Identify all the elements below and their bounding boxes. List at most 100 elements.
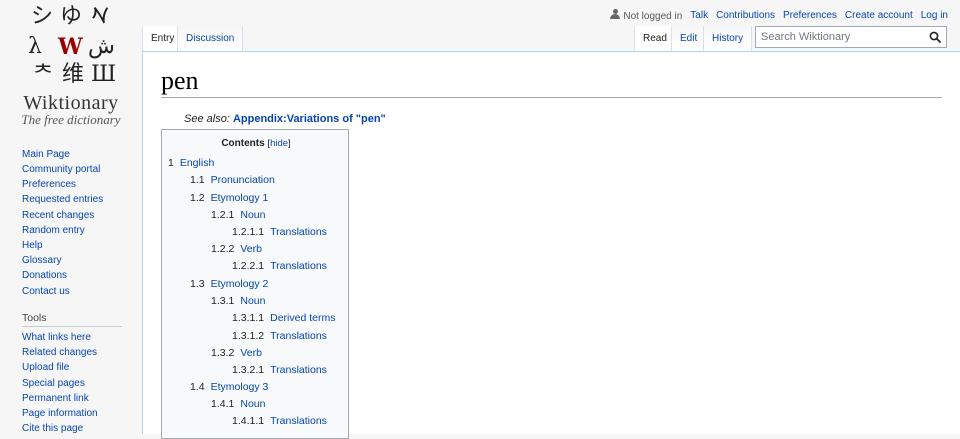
toc-link[interactable]: Translations <box>270 415 327 427</box>
sidebar-item-upload-file[interactable]: Upload file <box>22 362 69 373</box>
sidebar-item-random-entry[interactable]: Random entry <box>22 225 85 236</box>
toc-link[interactable]: Etymology 1 <box>211 192 269 204</box>
logo-glyph-accent: W <box>58 34 83 60</box>
sidebar-item-help[interactable]: Help <box>22 240 43 251</box>
search-icon[interactable] <box>929 31 941 43</box>
search-box <box>755 26 947 48</box>
toc-number: 1.1 <box>190 174 205 186</box>
toc-hide-bracket-close: ] <box>288 138 291 149</box>
toc-item[interactable]: 1 English <box>168 157 214 169</box>
toc-item[interactable]: 1.3.1.1 Derived terms <box>232 312 335 324</box>
toc-link[interactable]: Etymology 2 <box>211 278 269 290</box>
toc-link[interactable]: Etymology 3 <box>211 381 269 393</box>
personal-tools: Not logged in Talk Contributions Prefere… <box>602 8 948 22</box>
toc-link[interactable]: Noun <box>240 295 265 307</box>
sidebar-item-preferences[interactable]: Preferences <box>22 179 76 190</box>
sidebar-item-permanent-link[interactable]: Permanent link <box>22 393 89 404</box>
toc-number: 1.3.1.1 <box>232 312 265 324</box>
logo-glyph: 维 <box>62 62 85 87</box>
create-account-link[interactable]: Create account <box>845 10 913 21</box>
toc-link[interactable]: Noun <box>240 398 265 410</box>
sidebar-item-donations[interactable]: Donations <box>22 270 67 281</box>
contributions-link[interactable]: Contributions <box>716 10 775 21</box>
table-of-contents: Contents [hide] 1 English 1.1 Pronunciatio… <box>161 129 349 439</box>
sidebar-item-community-portal[interactable]: Community portal <box>22 164 100 175</box>
see-also-link[interactable]: Appendix:Variations of "pen" <box>233 113 386 125</box>
toc-item[interactable]: 1.2 Etymology 1 <box>190 192 268 204</box>
wiktionary-logo[interactable]: シ ゆ 𐡀 λ W ش ᄎ 维 Ш Wiktionary The free di… <box>0 0 142 132</box>
logo-glyph: 𐡀 <box>91 4 110 29</box>
toc-number: 1.3 <box>190 278 205 290</box>
sidebar-item-special-pages[interactable]: Special pages <box>22 378 85 389</box>
sidebar-item-page-information[interactable]: Page information <box>22 408 98 419</box>
user-icon <box>610 8 621 20</box>
toc-item[interactable]: 1.3.2.1 Translations <box>232 364 327 376</box>
logo-glyph: ᄎ <box>33 62 54 87</box>
toc-item[interactable]: 1.4.1.1 Translations <box>232 415 327 427</box>
tab-discussion[interactable]: Discussion <box>177 26 244 51</box>
toc-number: 1.2 <box>190 192 205 204</box>
sidebar-item-cite-this-page[interactable]: Cite this page <box>22 423 83 434</box>
not-logged-in-label: Not logged in <box>623 10 683 22</box>
toc-header: Contents [hide] <box>162 138 350 149</box>
toc-item[interactable]: 1.4.1 Noun <box>211 398 265 410</box>
toc-item[interactable]: 1.4 Etymology 3 <box>190 381 268 393</box>
toc-number: 1 <box>168 157 174 169</box>
toc-number: 1.2.2.1 <box>232 260 265 272</box>
toc-item[interactable]: 1.3.2 Verb <box>211 347 262 359</box>
toc-hide-toggle[interactable]: hide <box>270 138 288 149</box>
tab-edit[interactable]: Edit <box>671 26 706 51</box>
toc-number: 1.2.1.1 <box>232 226 265 238</box>
toc-number: 1.3.1 <box>211 295 235 307</box>
toc-link[interactable]: Derived terms <box>270 312 335 324</box>
toc-item[interactable]: 1.2.2.1 Translations <box>232 260 327 272</box>
sidebar-item-what-links-here[interactable]: What links here <box>22 332 91 343</box>
sidebar-item-recent-changes[interactable]: Recent changes <box>22 210 94 221</box>
toc-item[interactable]: 1.2.1 Noun <box>211 209 265 221</box>
toc-link[interactable]: Pronunciation <box>211 174 275 186</box>
page-title: pen <box>161 66 199 95</box>
toc-number: 1.2.1 <box>211 209 235 221</box>
logo-glyph: シ <box>31 4 54 29</box>
toc-item[interactable]: 1.2.2 Verb <box>211 243 262 255</box>
toc-number: 1.3.2.1 <box>232 364 265 376</box>
sidebar-item-contact-us[interactable]: Contact us <box>22 286 70 297</box>
toc-link[interactable]: Noun <box>240 209 265 221</box>
toc-number: 1.2.2 <box>211 243 235 255</box>
search-input[interactable] <box>756 27 926 47</box>
toc-item[interactable]: 1.2.1.1 Translations <box>232 226 327 238</box>
toc-item[interactable]: 1.1 Pronunciation <box>190 174 275 186</box>
toc-link[interactable]: Translations <box>270 364 327 376</box>
logo-glyph: Ш <box>91 62 117 87</box>
toc-link[interactable]: Translations <box>270 226 327 238</box>
toc-number: 1.4.1 <box>211 398 235 410</box>
content-area: pen See also: Appendix:Variations of "pe… <box>142 51 960 439</box>
logo-glyph: ゆ <box>60 4 83 29</box>
toc-number: 1.4 <box>190 381 205 393</box>
tab-history[interactable]: History <box>703 26 753 51</box>
toc-number: 1.3.1.2 <box>232 330 265 342</box>
log-in-link[interactable]: Log in <box>921 10 948 21</box>
logo-glyph: λ <box>28 34 42 59</box>
preferences-link[interactable]: Preferences <box>783 10 837 21</box>
toc-link[interactable]: English <box>180 157 214 169</box>
toc-item[interactable]: 1.3 Etymology 2 <box>190 278 268 290</box>
toc-link[interactable]: Verb <box>240 243 262 255</box>
toc-link[interactable]: Translations <box>270 260 327 272</box>
sidebar-item-glossary[interactable]: Glossary <box>22 255 61 266</box>
toc-link[interactable]: Translations <box>270 330 327 342</box>
talk-link[interactable]: Talk <box>690 10 708 21</box>
see-also-label: See also: <box>184 113 230 125</box>
sidebar-item-main-page[interactable]: Main Page <box>22 149 70 160</box>
toc-number: 1.3.2 <box>211 347 235 359</box>
logo-glyph: ش <box>88 34 115 59</box>
toc-item[interactable]: 1.3.1 Noun <box>211 295 265 307</box>
toc-item[interactable]: 1.3.1.2 Translations <box>232 330 327 342</box>
toc-link[interactable]: Verb <box>240 347 262 359</box>
tab-read[interactable]: Read <box>634 26 675 51</box>
not-logged-in-status: Not logged in <box>610 8 683 22</box>
toc-number: 1.4.1.1 <box>232 415 265 427</box>
sidebar-item-related-changes[interactable]: Related changes <box>22 347 97 358</box>
title-divider <box>161 97 942 98</box>
sidebar-item-requested-entries[interactable]: Requested entries <box>22 194 103 205</box>
